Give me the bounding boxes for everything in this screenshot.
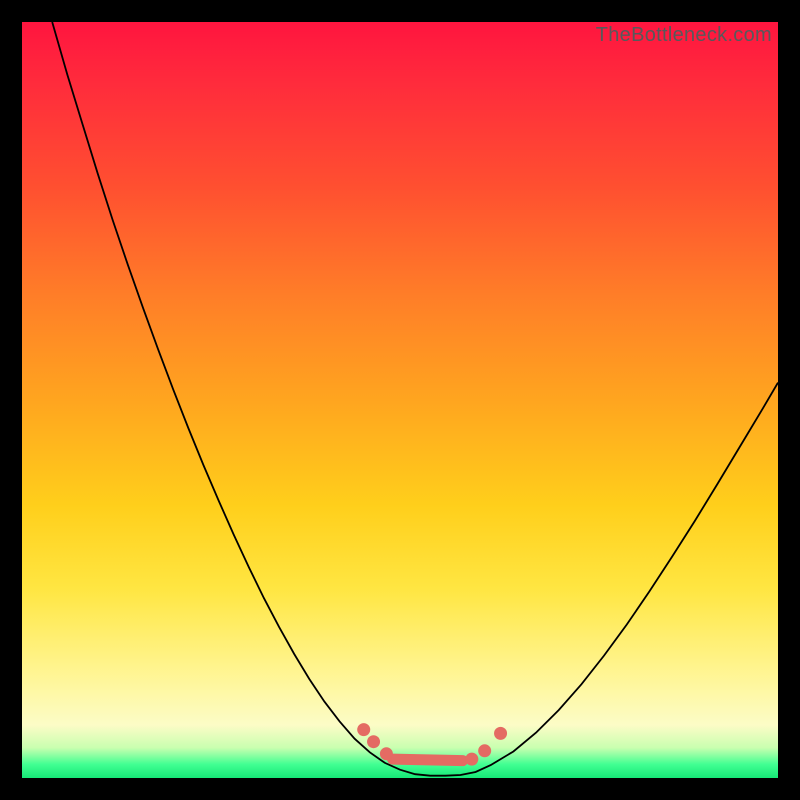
marker-dot (494, 727, 507, 740)
chart-plot-area: TheBottleneck.com (22, 22, 778, 778)
marker-dot (357, 723, 370, 736)
chart-svg (22, 22, 778, 778)
marker-segment (392, 759, 462, 761)
marker-dot (367, 735, 380, 748)
bottleneck-curve (52, 22, 778, 776)
marker-dot (380, 747, 393, 760)
marker-dot (478, 744, 491, 757)
chart-frame: TheBottleneck.com (0, 0, 800, 800)
marker-dot (465, 753, 478, 766)
